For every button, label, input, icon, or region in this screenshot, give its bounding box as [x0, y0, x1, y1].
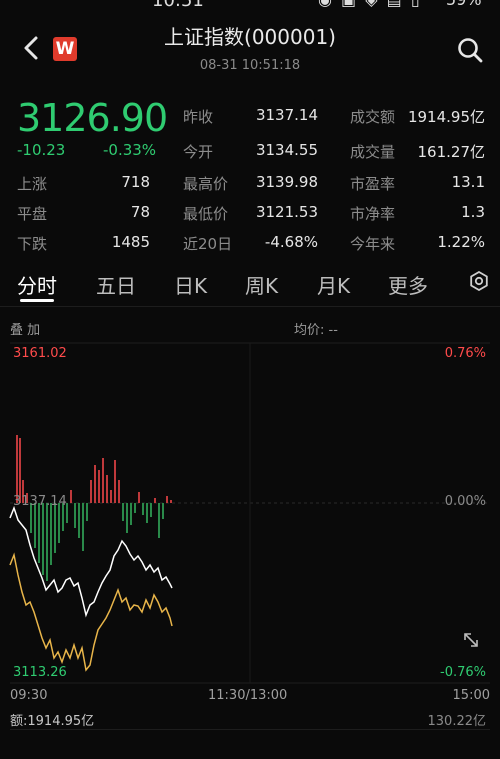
tab-monthly-k[interactable]: 月K: [317, 270, 350, 299]
x-axis-end: 15:00: [452, 688, 490, 703]
volume-pane-divider: [10, 729, 490, 730]
x-axis-mid: 11:30/13:00: [208, 688, 288, 703]
turnover-label: 成交额: [350, 108, 396, 126]
overlay-button[interactable]: 叠 加: [10, 319, 40, 338]
volume-value: 161.27亿: [417, 143, 486, 161]
down-count: 1485: [111, 233, 150, 251]
quote-datetime: 08-31 10:51:18: [199, 58, 301, 73]
pct-axis-mid-label: 0.00%: [444, 494, 486, 509]
high-label: 最高价: [183, 175, 229, 193]
amount-right-label: 130.22亿: [427, 714, 487, 729]
pct-axis-bottom-label: -0.76%: [440, 665, 486, 680]
avg-price-label: 均价: --: [294, 323, 338, 338]
pe-label: 市盈率: [350, 175, 396, 193]
page-title: 上证指数(000001): [164, 25, 336, 49]
amount-label: 额:1914.95亿: [10, 714, 95, 729]
price-change-pct: -0.33%: [103, 141, 157, 159]
prev-close-label: 昨收: [183, 108, 214, 126]
day20-label: 近20日: [183, 235, 233, 253]
flat-count-label: 平盘: [17, 205, 48, 223]
price-change: -10.23: [17, 141, 66, 159]
open-value: 3134.55: [255, 141, 318, 159]
down-count-label: 下跌: [17, 235, 48, 253]
intraday-chart[interactable]: [0, 340, 500, 690]
low-label: 最低价: [183, 205, 229, 223]
tab-five-day[interactable]: 五日: [96, 270, 136, 299]
status-icons: ◉ ▣ ◈ ▤ ▯: [318, 0, 422, 9]
pb-label: 市净率: [350, 205, 396, 223]
flat-count: 78: [130, 203, 150, 221]
x-axis-start: 09:30: [10, 688, 48, 703]
pct-axis-top-label: 0.76%: [444, 346, 486, 361]
up-count-label: 上涨: [17, 175, 48, 193]
settings-gear-icon[interactable]: [469, 271, 489, 291]
status-time: 10:51: [152, 0, 204, 11]
tab-divider: [0, 306, 500, 307]
fullscreen-expand-icon[interactable]: [462, 631, 480, 649]
tab-daily-k[interactable]: 日K: [174, 270, 207, 299]
active-tab-indicator: [20, 299, 54, 302]
prev-close-value: 3137.14: [255, 106, 318, 124]
tab-intraday[interactable]: 分时: [17, 270, 57, 299]
search-icon[interactable]: [456, 36, 484, 64]
y-axis-top-label: 3161.02: [13, 346, 67, 361]
y-axis-mid-label: 3137.14: [13, 494, 67, 509]
high-value: 3139.98: [255, 173, 318, 191]
tab-weekly-k[interactable]: 周K: [245, 270, 278, 299]
turnover-value: 1914.95亿: [407, 108, 485, 126]
avg-price-line: [9, 552, 173, 672]
current-price: 3126.90: [17, 96, 168, 140]
tab-more[interactable]: 更多: [388, 270, 428, 299]
pe-value: 13.1: [451, 173, 485, 191]
volume-label: 成交量: [350, 143, 396, 161]
open-label: 今开: [183, 143, 214, 161]
low-value: 3121.53: [255, 203, 318, 221]
status-bar: 10:51 ◉ ▣ ◈ ▤ ▯ 59%: [0, 0, 500, 12]
status-battery: 59%: [446, 0, 482, 9]
ytd-value: 1.22%: [437, 233, 485, 251]
pb-value: 1.3: [461, 203, 485, 221]
y-axis-bottom-label: 3113.26: [13, 665, 67, 680]
ytd-label: 今年来: [350, 235, 396, 253]
day20-value: -4.68%: [264, 233, 318, 251]
up-count: 718: [121, 173, 150, 191]
